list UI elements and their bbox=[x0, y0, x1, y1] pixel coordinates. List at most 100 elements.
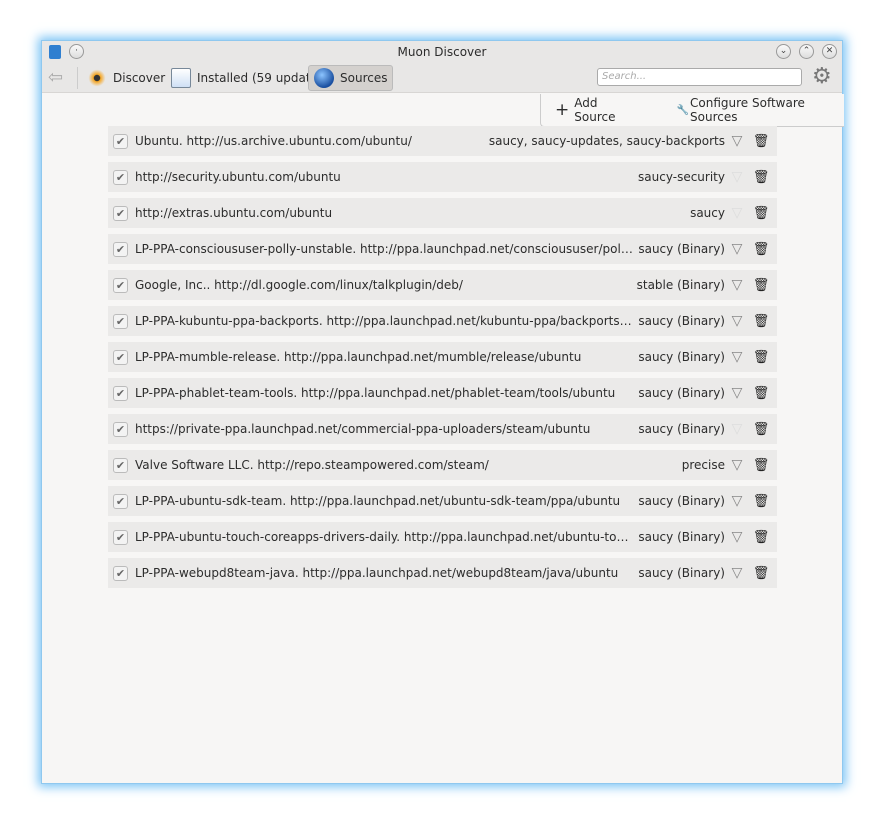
sources-list: ✔ Ubuntu. http://us.archive.ubuntu.com/u… bbox=[108, 126, 777, 594]
enabled-checkbox[interactable]: ✔ bbox=[113, 133, 128, 149]
trash-icon[interactable]: 🗑 bbox=[749, 134, 773, 149]
source-suites: saucy (Binary) bbox=[638, 494, 725, 508]
source-row[interactable]: ✔ LP-PPA-conscioususer-polly-unstable. h… bbox=[108, 234, 777, 264]
trash-icon[interactable]: 🗑 bbox=[749, 242, 773, 257]
source-suites: saucy (Binary) bbox=[638, 314, 725, 328]
enabled-checkbox[interactable]: ✔ bbox=[113, 457, 128, 473]
globe-icon bbox=[314, 68, 334, 88]
minimize-button[interactable]: ⌄ bbox=[776, 44, 791, 59]
source-name: Valve Software LLC. http://repo.steampow… bbox=[135, 458, 489, 472]
enabled-checkbox[interactable]: ✔ bbox=[113, 421, 128, 437]
trash-icon[interactable]: 🗑 bbox=[749, 458, 773, 473]
source-row[interactable]: ✔ LP-PPA-phablet-team-tools. http://ppa.… bbox=[108, 378, 777, 408]
source-name: Google, Inc.. http://dl.google.com/linux… bbox=[135, 278, 463, 292]
filter-icon[interactable]: ▽ bbox=[725, 133, 749, 149]
source-suites: precise bbox=[681, 458, 725, 472]
wrench-icon: 🔧 bbox=[676, 104, 690, 116]
enabled-checkbox[interactable]: ✔ bbox=[113, 169, 128, 185]
trash-icon[interactable]: 🗑 bbox=[749, 350, 773, 365]
filter-icon[interactable]: ▽ bbox=[725, 313, 749, 329]
source-suites: saucy, saucy-updates, saucy-backports bbox=[488, 134, 725, 148]
filter-icon[interactable]: ▽ bbox=[725, 241, 749, 257]
configure-label: Configure Software Sources bbox=[690, 96, 805, 124]
plus-icon: + bbox=[555, 100, 570, 120]
gear-icon[interactable]: ⚙ bbox=[812, 65, 832, 89]
source-name: http://extras.ubuntu.com/ubuntu bbox=[135, 206, 333, 220]
configure-sources-button[interactable]: 🔧 Configure Software Sources bbox=[677, 96, 844, 124]
search-input[interactable]: Search... bbox=[597, 68, 802, 86]
source-row[interactable]: ✔ LP-PPA-ubuntu-touch-coreapps-drivers-d… bbox=[108, 522, 777, 552]
source-name: LP-PPA-webupd8team-java. http://ppa.laun… bbox=[135, 566, 619, 580]
source-suites: saucy-security bbox=[638, 170, 725, 184]
source-row[interactable]: ✔ LP-PPA-mumble-release. http://ppa.laun… bbox=[108, 342, 777, 372]
enabled-checkbox[interactable]: ✔ bbox=[113, 349, 128, 365]
enabled-checkbox[interactable]: ✔ bbox=[113, 493, 128, 509]
filter-icon[interactable]: ▽ bbox=[725, 277, 749, 293]
trash-icon[interactable]: 🗑 bbox=[749, 386, 773, 401]
filter-icon[interactable]: ▽ bbox=[725, 529, 749, 545]
source-row[interactable]: ✔ Valve Software LLC. http://repo.steamp… bbox=[108, 450, 777, 480]
trash-icon[interactable]: 🗑 bbox=[749, 494, 773, 509]
enabled-checkbox[interactable]: ✔ bbox=[113, 385, 128, 401]
back-arrow-icon[interactable]: ⇦ bbox=[48, 69, 63, 87]
trash-icon[interactable]: 🗑 bbox=[749, 278, 773, 293]
toolbar-divider bbox=[77, 67, 78, 89]
source-row[interactable]: ✔ LP-PPA-ubuntu-sdk-team. http://ppa.lau… bbox=[108, 486, 777, 516]
source-suites: saucy (Binary) bbox=[638, 386, 725, 400]
source-row[interactable]: ✔ Ubuntu. http://us.archive.ubuntu.com/u… bbox=[108, 126, 777, 156]
trash-icon[interactable]: 🗑 bbox=[749, 530, 773, 545]
source-row[interactable]: ✔ Google, Inc.. http://dl.google.com/lin… bbox=[108, 270, 777, 300]
trash-icon[interactable]: 🗑 bbox=[749, 170, 773, 185]
source-suites: saucy (Binary) bbox=[638, 242, 725, 256]
source-row[interactable]: ✔ https://private-ppa.launchpad.net/comm… bbox=[108, 414, 777, 444]
enabled-checkbox[interactable]: ✔ bbox=[113, 529, 128, 545]
add-source-button[interactable]: + Add Source bbox=[555, 96, 637, 124]
enabled-checkbox[interactable]: ✔ bbox=[113, 241, 128, 257]
tab-sources[interactable]: Sources bbox=[308, 65, 394, 91]
enabled-checkbox[interactable]: ✔ bbox=[113, 565, 128, 581]
source-row[interactable]: ✔ http://extras.ubuntu.com/ubuntu saucy … bbox=[108, 198, 777, 228]
source-name: LP-PPA-kubuntu-ppa-backports. http://ppa… bbox=[135, 314, 635, 328]
installed-icon bbox=[171, 68, 191, 88]
filter-icon[interactable]: ▽ bbox=[725, 421, 749, 437]
filter-icon[interactable]: ▽ bbox=[725, 565, 749, 581]
source-name: LP-PPA-mumble-release. http://ppa.launch… bbox=[135, 350, 582, 364]
app-window: · Muon Discover ⌄ ⌃ ✕ ⇦ Discover Install… bbox=[41, 40, 844, 784]
filter-icon[interactable]: ▽ bbox=[725, 205, 749, 221]
enabled-checkbox[interactable]: ✔ bbox=[113, 205, 128, 221]
filter-icon[interactable]: ▽ bbox=[725, 493, 749, 509]
source-suites: stable (Binary) bbox=[636, 278, 725, 292]
source-name: LP-PPA-phablet-team-tools. http://ppa.la… bbox=[135, 386, 616, 400]
source-row[interactable]: ✔ http://security.ubuntu.com/ubuntu sauc… bbox=[108, 162, 777, 192]
tab-label: Sources bbox=[340, 71, 388, 85]
source-row[interactable]: ✔ LP-PPA-kubuntu-ppa-backports. http://p… bbox=[108, 306, 777, 336]
source-name: LP-PPA-ubuntu-sdk-team. http://ppa.launc… bbox=[135, 494, 621, 508]
filter-icon[interactable]: ▽ bbox=[725, 169, 749, 185]
close-button[interactable]: ✕ bbox=[822, 44, 837, 59]
add-source-label: Add Source bbox=[574, 96, 616, 124]
toolbar: ⇦ Discover Installed (59 updates) Source… bbox=[42, 63, 842, 93]
filter-icon[interactable]: ▽ bbox=[725, 385, 749, 401]
source-row[interactable]: ✔ LP-PPA-webupd8team-java. http://ppa.la… bbox=[108, 558, 777, 588]
title-bar: · Muon Discover ⌄ ⌃ ✕ bbox=[42, 41, 842, 63]
source-name: LP-PPA-conscioususer-polly-unstable. htt… bbox=[135, 242, 635, 256]
trash-icon[interactable]: 🗑 bbox=[749, 422, 773, 437]
source-suites: saucy (Binary) bbox=[638, 566, 725, 580]
tab-discover[interactable]: Discover bbox=[82, 65, 170, 91]
source-suites: saucy (Binary) bbox=[638, 530, 725, 544]
source-name: Ubuntu. http://us.archive.ubuntu.com/ubu… bbox=[135, 134, 412, 148]
enabled-checkbox[interactable]: ✔ bbox=[113, 313, 128, 329]
maximize-button[interactable]: ⌃ bbox=[799, 44, 814, 59]
tab-label: Discover bbox=[113, 71, 166, 85]
trash-icon[interactable]: 🗑 bbox=[749, 206, 773, 221]
filter-icon[interactable]: ▽ bbox=[725, 457, 749, 473]
action-bar: + Add Source 🔧 Configure Software Source… bbox=[540, 94, 844, 127]
window-title: Muon Discover bbox=[397, 45, 487, 59]
filter-icon[interactable]: ▽ bbox=[725, 349, 749, 365]
source-name: https://private-ppa.launchpad.net/commer… bbox=[135, 422, 591, 436]
trash-icon[interactable]: 🗑 bbox=[749, 314, 773, 329]
trash-icon[interactable]: 🗑 bbox=[749, 566, 773, 581]
magic-wand-icon bbox=[87, 68, 107, 88]
enabled-checkbox[interactable]: ✔ bbox=[113, 277, 128, 293]
source-suites: saucy bbox=[690, 206, 725, 220]
